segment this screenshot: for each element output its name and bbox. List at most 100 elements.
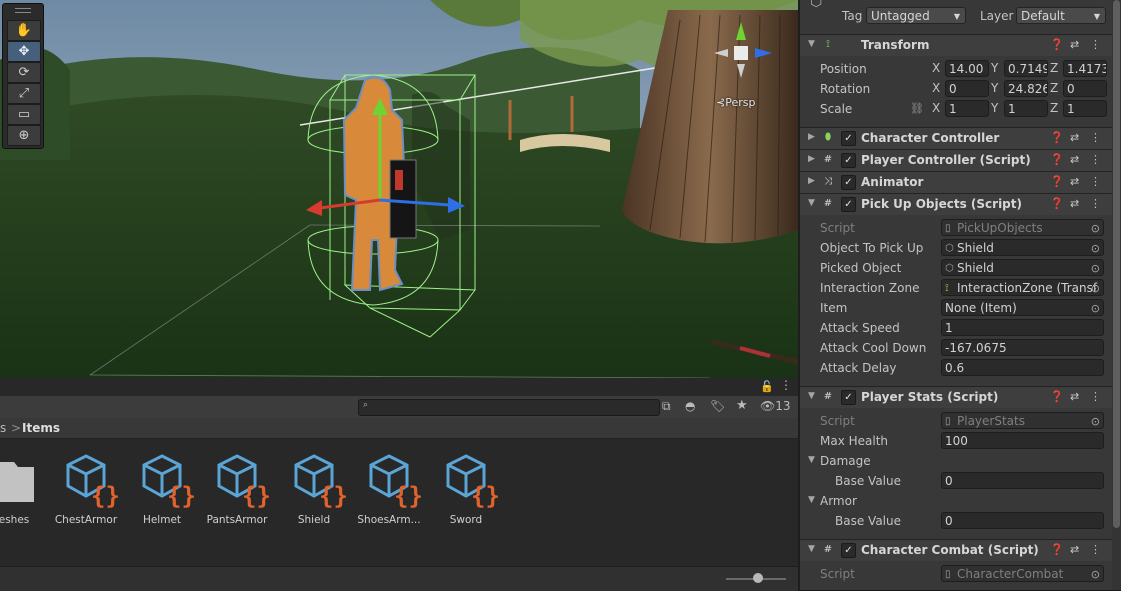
help-icon[interactable]: ❓	[1050, 131, 1064, 144]
presets-icon[interactable]: ⇄	[1070, 175, 1079, 188]
position-y-field[interactable]: 0.7149	[1004, 60, 1048, 77]
picked-object-field[interactable]: ⬡ Shield ⊙	[941, 259, 1104, 276]
enabled-checkbox[interactable]: ✓	[841, 153, 856, 168]
position-x-field[interactable]: 14.00	[945, 60, 989, 77]
pickup-objects-header[interactable]: ▼ # ✓ Pick Up Objects (Script) ❓ ⇄ ⋮	[800, 193, 1112, 215]
tag-dropdown[interactable]: Untagged ▼	[866, 7, 966, 24]
item-field[interactable]: None (Item) ⊙	[941, 299, 1104, 316]
link-scale-icon[interactable]: ⛓	[910, 102, 924, 115]
attack-delay-field[interactable]: 0.6	[941, 359, 1104, 376]
more-menu-icon[interactable]: ⋮	[1090, 543, 1101, 556]
help-icon[interactable]: ❓	[1050, 197, 1064, 210]
scale-z-field[interactable]: 1	[1063, 100, 1107, 117]
hand-tool-button[interactable]: ✋	[7, 20, 41, 41]
animator-header[interactable]: ▶ ⤨ ✓ Animator ❓ ⇄ ⋮	[800, 171, 1112, 193]
expand-arrow-icon[interactable]: ▼	[808, 391, 815, 401]
presets-icon[interactable]: ⇄	[1070, 197, 1079, 210]
object-picker-icon[interactable]: ⊙	[1091, 300, 1100, 315]
lock-icon[interactable]: 🔓	[760, 380, 774, 393]
damage-base-field[interactable]: 0	[941, 472, 1104, 489]
expand-arrow-icon[interactable]: ▶	[808, 132, 815, 142]
expand-arrow-icon[interactable]: ▼	[808, 39, 815, 49]
favorites-star-icon[interactable]: ★	[736, 398, 748, 413]
presets-icon[interactable]: ⇄	[1070, 390, 1079, 403]
asset-pantsarmor[interactable]: {} PantsArmor	[199, 450, 275, 526]
attack-speed-field[interactable]: 1	[941, 319, 1104, 336]
presets-icon[interactable]: ⇄	[1070, 153, 1079, 166]
asset-sword[interactable]: {} Sword	[428, 450, 504, 526]
label-filter-icon[interactable]: 🏷	[710, 399, 725, 413]
expand-arrow-icon[interactable]: ▼	[808, 544, 815, 554]
more-menu-icon[interactable]: ⋮	[1090, 153, 1101, 166]
asset-folder[interactable]: eshes	[0, 450, 52, 526]
more-menu-icon[interactable]: ⋮	[780, 378, 792, 392]
max-health-field[interactable]: 100	[941, 432, 1104, 449]
layer-dropdown[interactable]: Default ▼	[1016, 7, 1106, 24]
projection-toggle[interactable]: ⊰Persp	[716, 96, 755, 109]
icon-size-slider-thumb[interactable]	[753, 573, 763, 583]
expand-arrow-icon[interactable]: ▶	[808, 154, 815, 164]
expand-arrow-icon[interactable]: ▼	[808, 495, 815, 505]
player-stats-header[interactable]: ▼ # ✓ Player Stats (Script) ❓ ⇄ ⋮	[800, 386, 1112, 408]
help-icon[interactable]: ❓	[1050, 38, 1064, 51]
presets-icon[interactable]: ⇄	[1070, 38, 1079, 51]
hidden-packages-toggle[interactable]: 👁13	[760, 399, 791, 413]
filter-by-type-icon[interactable]: ◓	[685, 399, 695, 413]
more-menu-icon[interactable]: ⋮	[1090, 131, 1101, 144]
expand-arrow-icon[interactable]: ▶	[808, 176, 815, 186]
rotation-z-field[interactable]: 0	[1063, 80, 1107, 97]
asset-helmet[interactable]: {} Helmet	[124, 450, 200, 526]
asset-shield[interactable]: {} Shield	[276, 450, 352, 526]
rotation-x-field[interactable]: 0	[945, 80, 989, 97]
more-menu-icon[interactable]: ⋮	[1090, 175, 1101, 188]
expand-arrow-icon[interactable]: ▼	[808, 455, 815, 465]
transform-tool-button[interactable]: ⊕	[7, 125, 41, 146]
object-picker-icon[interactable]: ⊙	[1091, 280, 1100, 295]
help-icon[interactable]: ❓	[1050, 175, 1064, 188]
enabled-checkbox[interactable]: ✓	[841, 131, 856, 146]
armor-base-field[interactable]: 0	[941, 512, 1104, 529]
scale-y-field[interactable]: 1	[1004, 100, 1048, 117]
object-picker-icon[interactable]: ⊙	[1091, 240, 1100, 255]
more-menu-icon[interactable]: ⋮	[1090, 197, 1101, 210]
enabled-checkbox[interactable]: ✓	[841, 175, 856, 190]
rect-tool-button[interactable]: ▭	[7, 104, 41, 125]
enabled-checkbox[interactable]: ✓	[841, 390, 856, 405]
scene-view[interactable]: ✋ ✥ ⟳ ⤢ ▭ ⊕ ⊰Persp	[0, 0, 798, 378]
help-icon[interactable]: ❓	[1050, 153, 1064, 166]
expand-arrow-icon[interactable]: ▼	[808, 198, 815, 208]
object-to-pick-up-field[interactable]: ⬡ Shield ⊙	[941, 239, 1104, 256]
move-tool-button[interactable]: ✥	[7, 41, 41, 62]
breadcrumb-prev[interactable]: s	[0, 421, 6, 435]
breadcrumb-current[interactable]: Items	[22, 421, 60, 435]
search-by-type-icon[interactable]: ⧉	[662, 399, 671, 414]
more-menu-icon[interactable]: ⋮	[1090, 38, 1101, 51]
inspector-scrollbar[interactable]	[1112, 0, 1121, 590]
asset-chestarmor[interactable]: {} ChestArmor	[48, 450, 124, 526]
enabled-checkbox[interactable]: ✓	[841, 197, 856, 212]
transform-header[interactable]: ▼ ⟟ Transform ❓ ⇄ ⋮	[800, 34, 1112, 56]
armor-row[interactable]: ▼ Armor	[800, 491, 1112, 511]
toolbox-grip[interactable]	[15, 8, 31, 13]
scale-tool-button[interactable]: ⤢	[7, 83, 41, 104]
help-icon[interactable]: ❓	[1050, 390, 1064, 403]
rotate-tool-button[interactable]: ⟳	[7, 62, 41, 83]
more-menu-icon[interactable]: ⋮	[1090, 390, 1101, 403]
gameobject-icon[interactable]: ⬡	[810, 0, 822, 10]
character-combat-header[interactable]: ▼ # ✓ Character Combat (Script) ❓ ⇄ ⋮	[800, 539, 1112, 561]
scrollbar-thumb[interactable]	[1113, 0, 1120, 528]
interaction-zone-field[interactable]: ⟟ InteractionZone (Transf ⊙	[941, 279, 1104, 296]
attack-cooldown-field[interactable]: -167.0675	[941, 339, 1104, 356]
position-z-field[interactable]: 1.4173	[1063, 60, 1107, 77]
rotation-y-field[interactable]: 24.826	[1004, 80, 1048, 97]
search-input[interactable]: ⌕	[358, 399, 660, 416]
presets-icon[interactable]: ⇄	[1070, 131, 1079, 144]
asset-shoesarmor[interactable]: {} ShoesArm...	[351, 450, 427, 526]
presets-icon[interactable]: ⇄	[1070, 543, 1079, 556]
help-icon[interactable]: ❓	[1050, 543, 1064, 556]
damage-row[interactable]: ▼ Damage	[800, 451, 1112, 471]
player-controller-header[interactable]: ▶ # ✓ Player Controller (Script) ❓ ⇄ ⋮	[800, 149, 1112, 171]
character-controller-header[interactable]: ▶ ⬮ ✓ Character Controller ❓ ⇄ ⋮	[800, 127, 1112, 149]
scale-x-field[interactable]: 1	[945, 100, 989, 117]
enabled-checkbox[interactable]: ✓	[841, 543, 856, 558]
